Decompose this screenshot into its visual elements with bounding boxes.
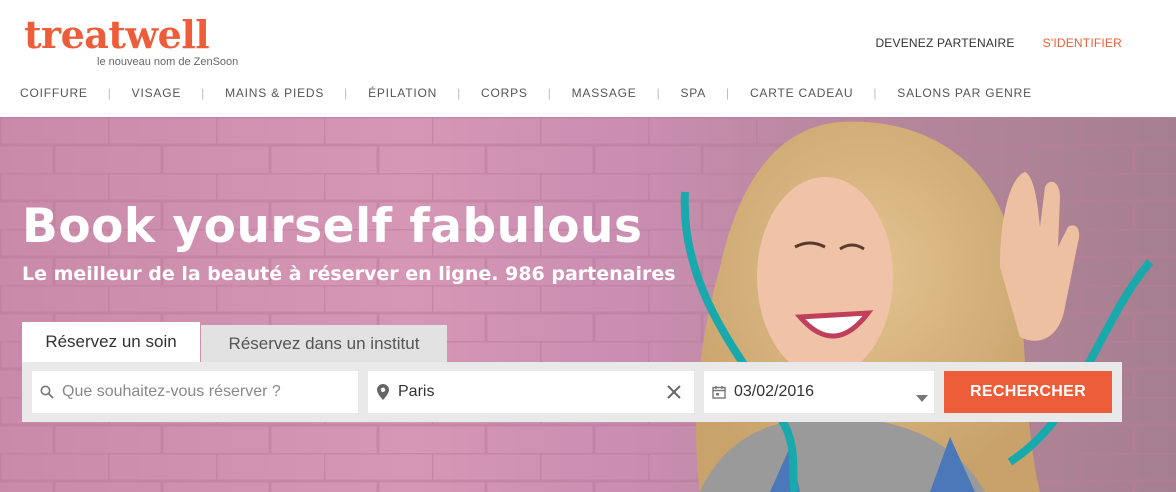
- map-pin-icon: [368, 384, 398, 400]
- date-picker[interactable]: 03/02/2016: [704, 371, 934, 413]
- nav-separator: |: [873, 86, 878, 100]
- nav-item-corps[interactable]: CORPS: [481, 86, 528, 100]
- logo-wordmark[interactable]: treatwell: [24, 12, 210, 58]
- nav-item-carte-cadeau[interactable]: CARTE CADEAU: [750, 86, 853, 100]
- location-input[interactable]: Paris: [368, 371, 694, 413]
- hero-background-image: [0, 117, 1176, 492]
- treatwell-logo[interactable]: treatwell le nouveau nom de ZenSoon: [24, 12, 238, 68]
- nav-separator: |: [656, 86, 661, 100]
- login-link[interactable]: S'IDENTIFIER: [1043, 36, 1122, 50]
- treatment-placeholder: Que souhaitez-vous réserver ?: [62, 383, 281, 400]
- top-links: DEVENEZ PARTENAIRE S'IDENTIFIER: [875, 36, 1122, 50]
- nav-separator: |: [344, 86, 349, 100]
- chevron-down-icon[interactable]: [916, 389, 928, 407]
- search-bar: Que souhaitez-vous réserver ? Paris 03/0…: [22, 362, 1122, 422]
- search-icon: [32, 385, 62, 399]
- nav-separator: |: [107, 86, 112, 100]
- location-value: Paris: [398, 383, 435, 400]
- nav-item-massage[interactable]: MASSAGE: [572, 86, 637, 100]
- nav-item-salons-par-genre[interactable]: SALONS PAR GENRE: [897, 86, 1032, 100]
- hero-banner: Book yourself fabulous Le meilleur de la…: [0, 117, 1176, 492]
- nav-item-coiffure[interactable]: COIFFURE: [20, 86, 88, 100]
- tab-book-treatment[interactable]: Réservez un soin: [22, 322, 200, 362]
- date-value: 03/02/2016: [734, 383, 815, 400]
- tab-book-in-salon[interactable]: Réservez dans un institut: [201, 325, 447, 362]
- become-partner-link[interactable]: DEVENEZ PARTENAIRE: [875, 36, 1014, 50]
- nav-item-spa[interactable]: SPA: [680, 86, 706, 100]
- hero-title: Book yourself fabulous: [22, 199, 643, 254]
- site-header: treatwell le nouveau nom de ZenSoon DEVE…: [0, 0, 1176, 117]
- hero-subtitle: Le meilleur de la beauté à réserver en l…: [22, 263, 676, 285]
- calendar-icon: [704, 385, 734, 399]
- nav-item-epilation[interactable]: ÉPILATION: [368, 86, 437, 100]
- category-nav: COIFFURE | VISAGE | MAINS & PIEDS | ÉPIL…: [20, 86, 1032, 100]
- search-button[interactable]: RECHERCHER: [944, 371, 1112, 413]
- nav-separator: |: [547, 86, 552, 100]
- nav-item-visage[interactable]: VISAGE: [132, 86, 181, 100]
- nav-item-mains-pieds[interactable]: MAINS & PIEDS: [225, 86, 324, 100]
- nav-separator: |: [726, 86, 730, 100]
- nav-separator: |: [201, 86, 206, 100]
- treatment-search-input[interactable]: Que souhaitez-vous réserver ?: [32, 371, 358, 413]
- close-icon[interactable]: [664, 382, 684, 402]
- logo-tagline: le nouveau nom de ZenSoon: [97, 56, 239, 68]
- nav-separator: |: [457, 86, 461, 100]
